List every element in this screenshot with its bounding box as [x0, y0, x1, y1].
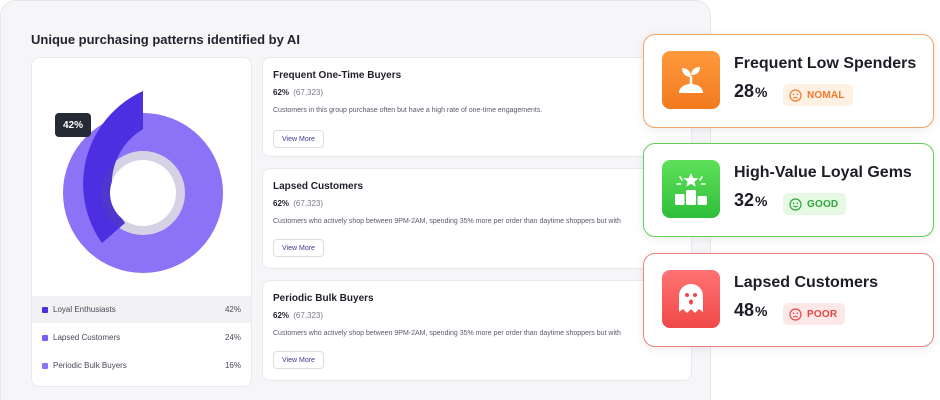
legend-label: Periodic Bulk Buyers	[53, 361, 127, 370]
segment-card-frequent-one-time-buyers: Frequent One-Time Buyers 62% (67,323) Cu…	[262, 57, 692, 157]
legend-swatch	[42, 334, 48, 341]
badge-percent: 28%	[734, 81, 767, 102]
segment-percent: 62%	[273, 88, 290, 97]
badge-card-high-value-loyal-gems[interactable]: High-Value Loyal Gems 32% GOOD	[643, 143, 934, 237]
badge-title: Frequent Low Spenders	[734, 55, 917, 72]
patterns-panel: Unique purchasing patterns identified by…	[0, 0, 711, 400]
badge-unit: %	[755, 84, 768, 100]
status-badge-normal: NOMAL	[783, 84, 853, 106]
sad-face-icon	[789, 307, 802, 321]
segment-percent: 62%	[273, 199, 290, 208]
legend-item-lapsed-customers[interactable]: Lapsed Customers 24%	[32, 324, 251, 351]
legend-item-periodic-bulk-buyers[interactable]: Periodic Bulk Buyers 16%	[32, 352, 251, 379]
legend-value: 42%	[224, 305, 241, 314]
segment-description: Customers who actively shop between 9PM-…	[273, 330, 621, 337]
segment-count: (67,323)	[293, 311, 324, 320]
legend-item-loyal-enthusiasts[interactable]: Loyal Enthusiasts 42%	[32, 296, 251, 323]
donut-hole	[110, 160, 176, 226]
panel-title: Unique purchasing patterns identified by…	[31, 32, 300, 47]
legend-value: 24%	[224, 333, 241, 342]
sad-face-icon	[789, 88, 802, 102]
badge-value: 28	[734, 81, 755, 101]
status-label: GOOD	[807, 198, 839, 210]
badge-unit: %	[755, 303, 768, 319]
badge-percent: 48%	[734, 300, 767, 321]
status-badge-poor: POOR	[783, 303, 846, 325]
donut-chart-svg	[63, 91, 223, 273]
badge-unit: %	[755, 193, 768, 209]
status-label: NOMAL	[807, 89, 845, 101]
badge-value: 32	[734, 190, 755, 210]
status-label: POOR	[807, 308, 838, 320]
segment-count: (67,323)	[293, 88, 324, 97]
badge-percent: 32%	[734, 190, 767, 211]
legend-label: Loyal Enthusiasts	[53, 305, 116, 314]
segment-count: (67,323)	[293, 199, 324, 208]
segment-stat: 62% (67,323)	[273, 311, 323, 320]
donut-tooltip: 42%	[55, 113, 91, 137]
segment-stat: 62% (67,323)	[273, 199, 323, 208]
segment-card-lapsed-customers: Lapsed Customers 62% (67,323) Customers …	[262, 168, 692, 269]
badge-card-lapsed-customers[interactable]: Lapsed Customers 48% POOR	[643, 253, 934, 347]
ghost-icon	[662, 270, 720, 328]
chart-legend: Loyal Enthusiasts 42% Lapsed Customers 2…	[32, 296, 251, 380]
legend-swatch	[42, 306, 48, 313]
status-badge-good: GOOD	[783, 193, 847, 215]
smile-face-icon	[789, 197, 802, 211]
legend-label: Lapsed Customers	[53, 333, 121, 342]
segment-title: Periodic Bulk Buyers	[273, 293, 374, 304]
segment-percent: 62%	[273, 311, 290, 320]
legend-value: 16%	[224, 361, 241, 370]
segment-stat: 62% (67,323)	[273, 88, 323, 97]
badge-card-frequent-low-spenders[interactable]: Frequent Low Spenders 28% NOMAL	[643, 34, 934, 128]
podium-star-icon	[662, 160, 720, 218]
legend-swatch	[42, 362, 48, 369]
segment-description: Customers who actively shop between 9PM-…	[273, 218, 621, 225]
donut-chart-card: 42% Loyal Enthusiasts 42% Lapsed Custome…	[31, 57, 252, 387]
segment-description: Customers in this group purchase often b…	[273, 107, 543, 114]
view-more-button[interactable]: View More	[273, 351, 324, 369]
segment-title: Frequent One-Time Buyers	[273, 70, 402, 81]
sprout-icon	[662, 51, 720, 109]
badge-title: High-Value Loyal Gems	[734, 164, 912, 181]
badge-value: 48	[734, 300, 755, 320]
segment-card-periodic-bulk-buyers: Periodic Bulk Buyers 62% (67,323) Custom…	[262, 280, 692, 381]
view-more-button[interactable]: View More	[273, 239, 324, 257]
segment-title: Lapsed Customers	[273, 181, 364, 192]
donut-chart: 42%	[32, 58, 251, 288]
view-more-button[interactable]: View More	[273, 130, 324, 148]
badge-title: Lapsed Customers	[734, 274, 879, 291]
